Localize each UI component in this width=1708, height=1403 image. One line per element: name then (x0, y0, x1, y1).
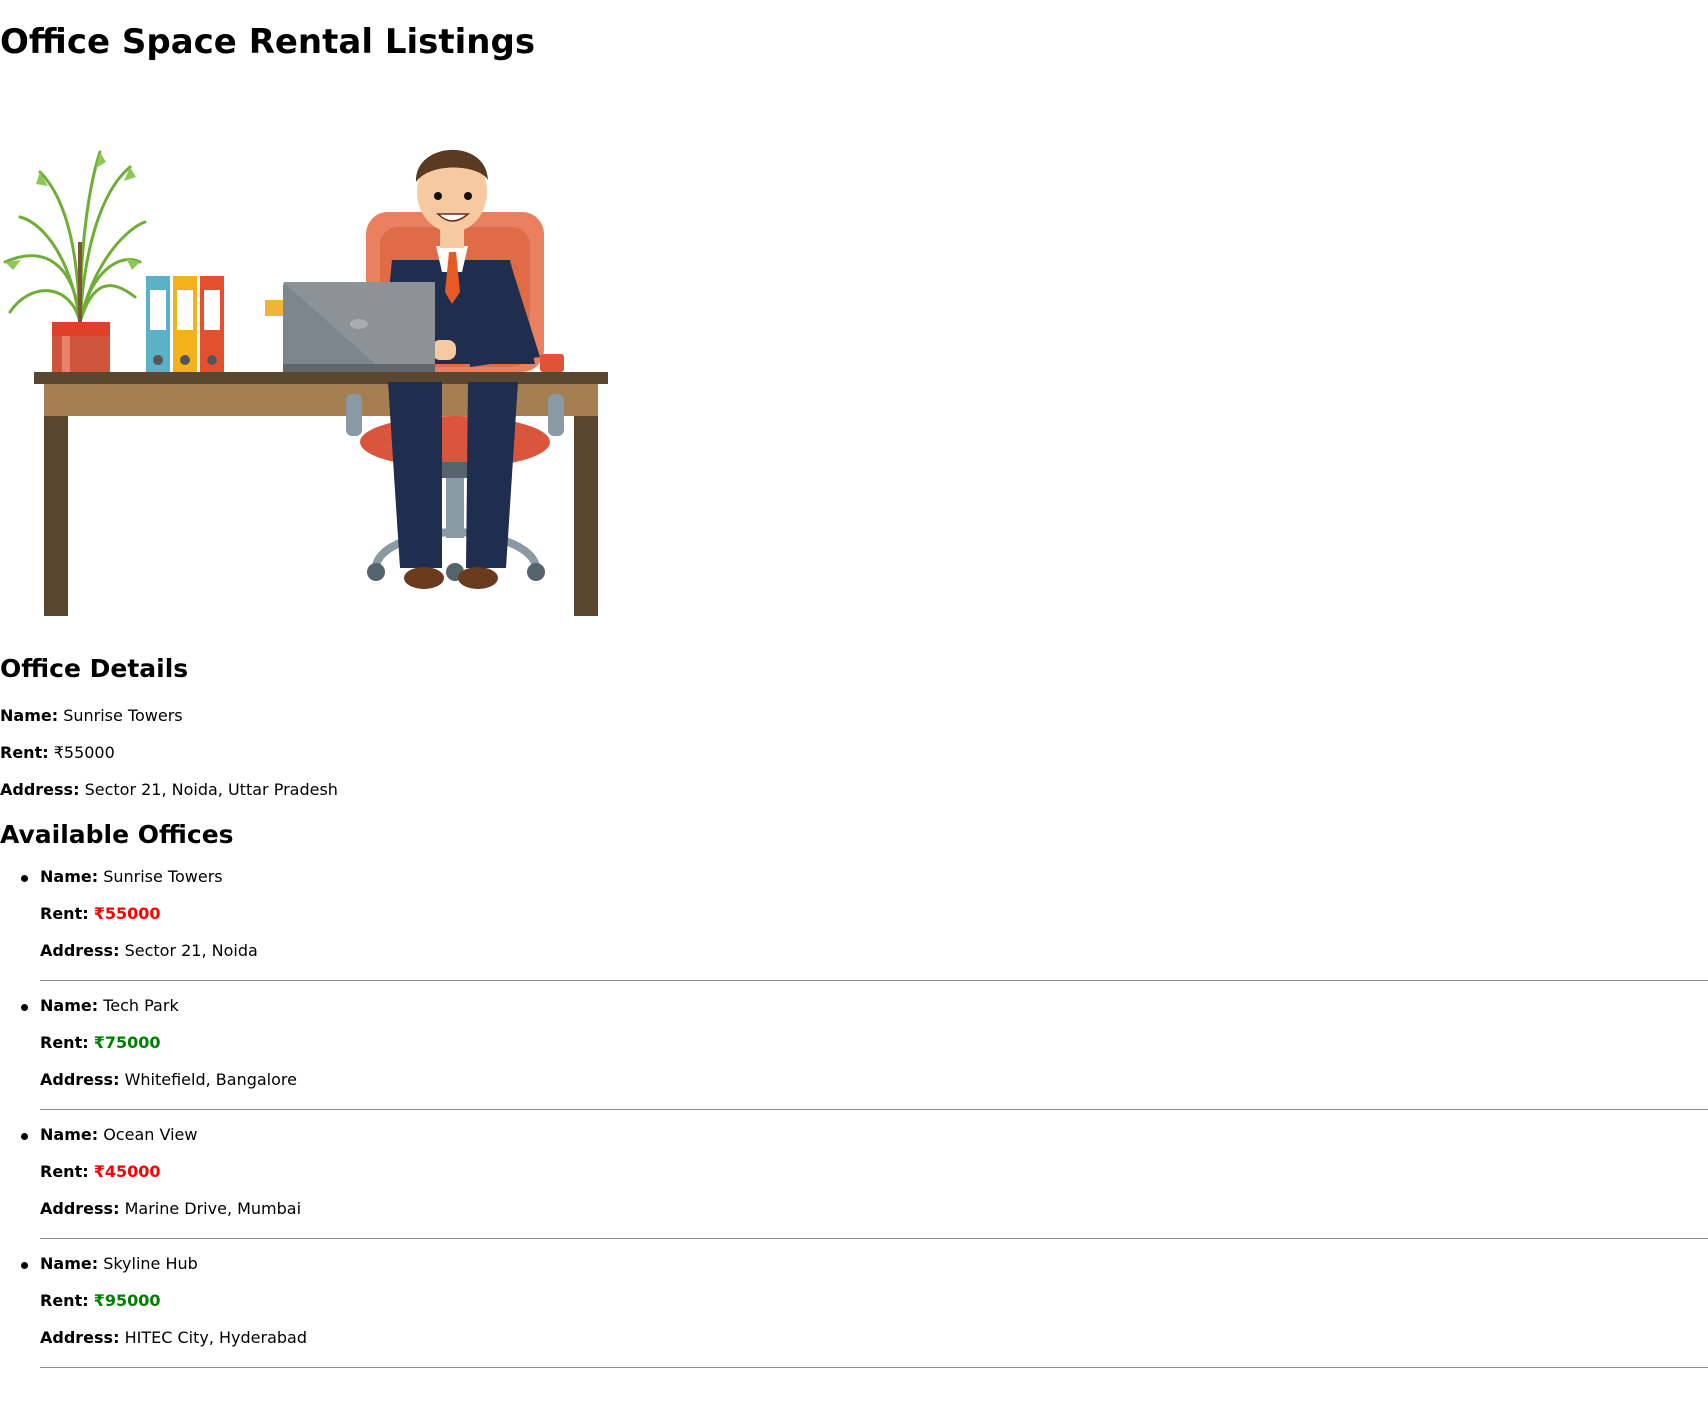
listing-address: Whitefield, Bangalore (124, 1070, 297, 1089)
detail-name-value: Sunrise Towers (63, 706, 183, 725)
listing-name: Skyline Hub (103, 1254, 198, 1273)
listing-address-label: Address: (40, 1070, 120, 1089)
listing-rent-label: Rent: (40, 1162, 89, 1181)
bullet-icon (21, 1004, 28, 1011)
listing-rent-row: Rent: ₹95000 (40, 1290, 161, 1312)
listing-rent-label: Rent: (40, 1291, 89, 1310)
divider (40, 980, 1708, 981)
listing-address: HITEC City, Hyderabad (124, 1328, 307, 1347)
listing-address: Marine Drive, Mumbai (124, 1199, 302, 1218)
binders-icon (146, 276, 224, 376)
detail-address-line: Address: Sector 21, Noida, Uttar Pradesh (0, 779, 338, 801)
page: Office Space Rental Listings Office Deta… (0, 0, 1708, 1403)
office-list: Name: Sunrise Towers Rent: ₹55000 Addres… (0, 866, 1708, 1382)
listing-address-row: Address: Sector 21, Noida (40, 940, 258, 962)
listing-rent: ₹95000 (93, 1291, 161, 1310)
listing-name-row: Name: Skyline Hub (40, 1253, 198, 1275)
detail-name-line: Name: Sunrise Towers (0, 705, 183, 727)
listing-name: Sunrise Towers (103, 867, 223, 886)
listing-name-label: Name: (40, 867, 99, 886)
list-item: Name: Sunrise Towers Rent: ₹55000 Addres… (0, 866, 1708, 995)
page-title: Office Space Rental Listings (0, 22, 536, 62)
listing-address: Sector 21, Noida (124, 941, 258, 960)
listing-address-row: Address: HITEC City, Hyderabad (40, 1327, 307, 1349)
listing-rent-label: Rent: (40, 904, 89, 923)
listing-rent-row: Rent: ₹45000 (40, 1161, 161, 1183)
detail-rent-line: Rent: ₹55000 (0, 742, 115, 764)
list-item: Name: Tech Park Rent: ₹75000 Address: Wh… (0, 995, 1708, 1124)
listing-rent: ₹75000 (93, 1033, 161, 1052)
desk-icon (34, 372, 608, 616)
listing-name-label: Name: (40, 1254, 99, 1273)
listing-address-label: Address: (40, 1199, 120, 1218)
listing-name-label: Name: (40, 996, 99, 1015)
listing-name-row: Name: Sunrise Towers (40, 866, 223, 888)
bullet-icon (21, 875, 28, 882)
detail-address-value: Sector 21, Noida, Uttar Pradesh (84, 780, 338, 799)
listing-rent: ₹45000 (93, 1162, 161, 1181)
listing-name-label: Name: (40, 1125, 99, 1144)
divider (40, 1238, 1708, 1239)
divider (40, 1367, 1708, 1368)
bullet-icon (21, 1133, 28, 1140)
divider (40, 1109, 1708, 1110)
listing-rent: ₹55000 (93, 904, 161, 923)
listing-rent-label: Rent: (40, 1033, 89, 1052)
detail-address-label: Address: (0, 780, 80, 799)
list-item: Name: Skyline Hub Rent: ₹95000 Address: … (0, 1253, 1708, 1382)
plant-icon (3, 150, 147, 324)
listing-name-row: Name: Ocean View (40, 1124, 197, 1146)
laptop-icon (265, 282, 435, 374)
detail-name-label: Name: (0, 706, 59, 725)
listing-name: Tech Park (103, 996, 179, 1015)
available-offices-heading: Available Offices (0, 820, 234, 849)
listing-address-label: Address: (40, 941, 120, 960)
listing-name-row: Name: Tech Park (40, 995, 179, 1017)
bullet-icon (21, 1262, 28, 1269)
listing-address-row: Address: Whitefield, Bangalore (40, 1069, 297, 1091)
office-details-heading: Office Details (0, 654, 189, 683)
listing-address-label: Address: (40, 1328, 120, 1347)
listing-name: Ocean View (103, 1125, 198, 1144)
listing-address-row: Address: Marine Drive, Mumbai (40, 1198, 301, 1220)
listing-rent-row: Rent: ₹75000 (40, 1032, 161, 1054)
detail-rent-value: ₹55000 (53, 743, 115, 762)
office-desk-illustration (0, 82, 620, 634)
listing-rent-row: Rent: ₹55000 (40, 903, 161, 925)
detail-rent-label: Rent: (0, 743, 49, 762)
list-item: Name: Ocean View Rent: ₹45000 Address: M… (0, 1124, 1708, 1253)
